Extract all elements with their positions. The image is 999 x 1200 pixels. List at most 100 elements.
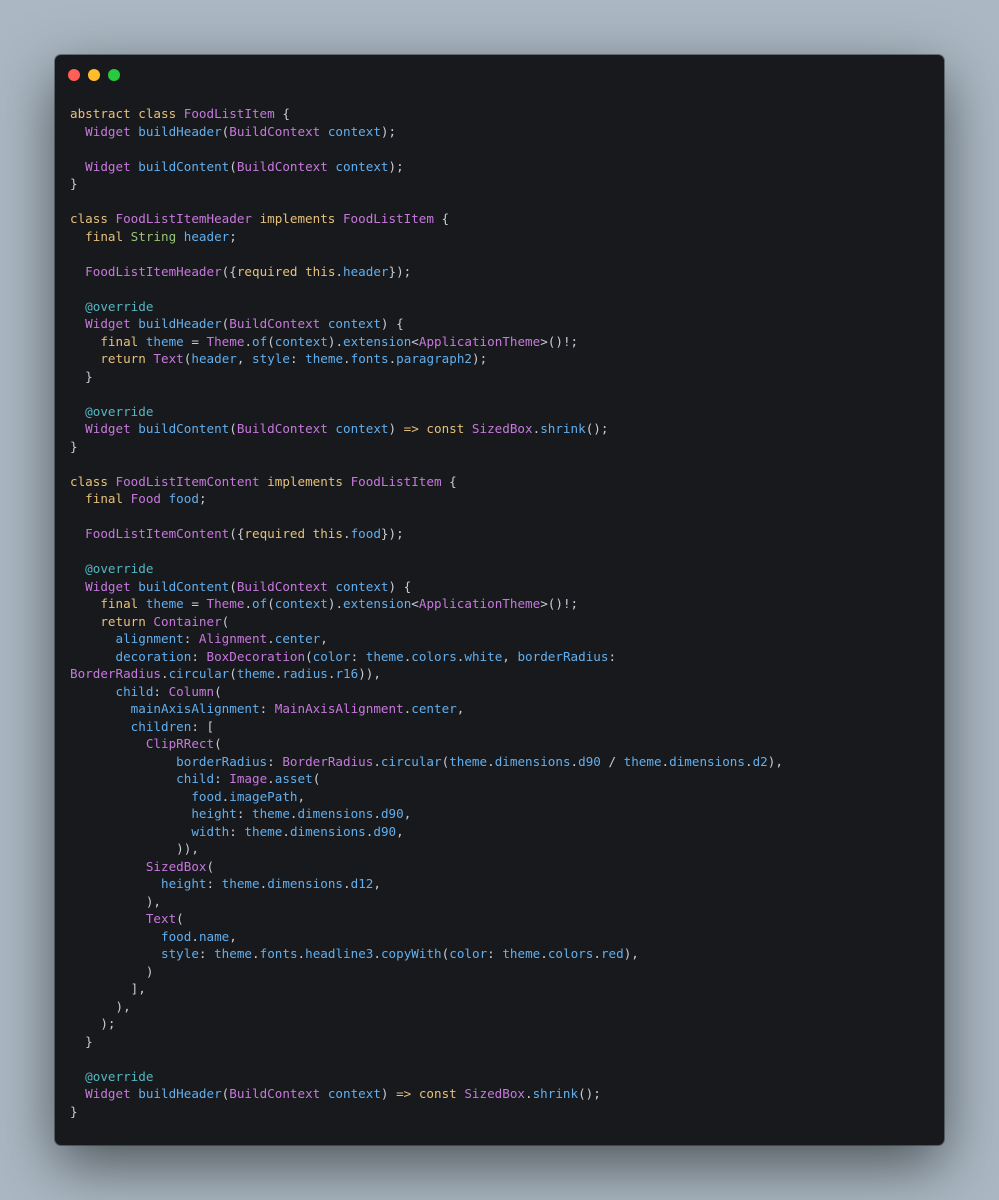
code-token: ),: [70, 998, 131, 1014]
code-token: (: [229, 158, 237, 174]
code-token: context: [327, 1086, 381, 1101]
code-token: (: [312, 771, 321, 786]
code-line: }: [70, 1103, 934, 1121]
code-token: (: [221, 613, 230, 629]
code-token: }: [70, 176, 78, 191]
code-line: width: theme.dimensions.d90,: [70, 823, 934, 841]
code-token: .: [744, 753, 753, 769]
code-token: :: [214, 771, 230, 786]
code-line: food.imagePath,: [70, 788, 934, 806]
code-token: FoodListItem: [350, 473, 442, 489]
code-token: .: [593, 946, 601, 961]
code-token: borderRadius: [176, 753, 268, 769]
code-token: theme: [145, 596, 184, 611]
code-token: (: [267, 596, 275, 611]
code-token: Text: [153, 351, 184, 366]
code-token: ),: [623, 946, 639, 961]
code-token: ({: [221, 263, 237, 279]
code-token: theme: [244, 823, 283, 839]
code-token: ClipRRect: [145, 736, 215, 751]
code-token: :: [236, 806, 252, 821]
code-token: name: [198, 928, 230, 944]
code-line: final Food food;: [70, 490, 934, 508]
code-token: => const: [396, 1086, 465, 1101]
code-token: return: [100, 613, 154, 629]
code-token: {: [441, 473, 457, 489]
code-line: @override: [70, 403, 934, 421]
code-line: )),: [70, 840, 934, 858]
code-token: height: [161, 876, 207, 891]
code-token: copyWith: [380, 946, 442, 961]
code-token: r16: [335, 666, 359, 681]
minimize-button[interactable]: [88, 69, 100, 81]
code-token: .: [525, 1086, 533, 1101]
code-token: Theme: [206, 596, 245, 611]
code-token: .: [267, 631, 275, 646]
code-token: (: [229, 421, 237, 436]
code-token: required this: [236, 263, 336, 279]
code-token: :: [259, 701, 275, 716]
code-token: Alignment: [198, 631, 268, 646]
code-token: of: [252, 596, 268, 611]
code-token: shrink: [540, 421, 586, 436]
code-token: style: [161, 946, 199, 961]
code-token: )),: [70, 841, 199, 856]
close-button[interactable]: [68, 69, 80, 81]
code-line: mainAxisAlignment: MainAxisAlignment.cen…: [70, 700, 934, 718]
code-token: center: [411, 701, 457, 716]
code-token: fonts: [259, 946, 298, 961]
code-line: Widget buildContent(BuildContext context…: [70, 158, 934, 176]
code-token: children: [130, 718, 192, 734]
code-line: Widget buildContent(BuildContext context…: [70, 578, 934, 596]
code-token: food: [191, 788, 222, 804]
code-token: SizedBox: [471, 421, 533, 436]
code-line: ],: [70, 980, 934, 998]
code-token: ): [388, 421, 404, 436]
code-token: .: [373, 946, 381, 961]
code-token: ,: [236, 351, 253, 366]
code-token: Container: [153, 613, 222, 629]
code-token: imagePath: [229, 788, 298, 804]
code-line: SizedBox(: [70, 858, 934, 876]
code-token: ApplicationTheme: [418, 333, 541, 349]
code-token: :: [153, 683, 169, 699]
code-token: {: [274, 106, 290, 121]
maximize-button[interactable]: [108, 69, 120, 81]
code-token: :: [183, 631, 199, 646]
code-token: });: [380, 526, 404, 541]
code-line: height: theme.dimensions.d12,: [70, 875, 934, 893]
code-token: theme: [145, 333, 184, 349]
code-token: mainAxisAlignment: [130, 701, 260, 716]
code-token: ),: [70, 893, 161, 909]
code-token: :: [229, 823, 245, 839]
code-token: dimensions: [494, 753, 571, 769]
code-token: final: [85, 491, 131, 506]
code-token: ;: [229, 228, 237, 244]
code-token: class: [70, 211, 116, 226]
code-token: color: [312, 648, 351, 664]
code-token: Widget: [85, 158, 139, 174]
code-token: (: [214, 736, 222, 751]
code-token: );: [471, 351, 488, 366]
code-line: }: [70, 175, 934, 193]
code-token: BorderRadius: [282, 753, 374, 769]
code-token: theme: [214, 946, 253, 961]
code-token: :: [289, 351, 306, 366]
code-token: d90: [578, 753, 601, 769]
code-token: :: [198, 946, 215, 961]
code-token: .: [252, 946, 260, 961]
code-token: context: [335, 578, 389, 594]
